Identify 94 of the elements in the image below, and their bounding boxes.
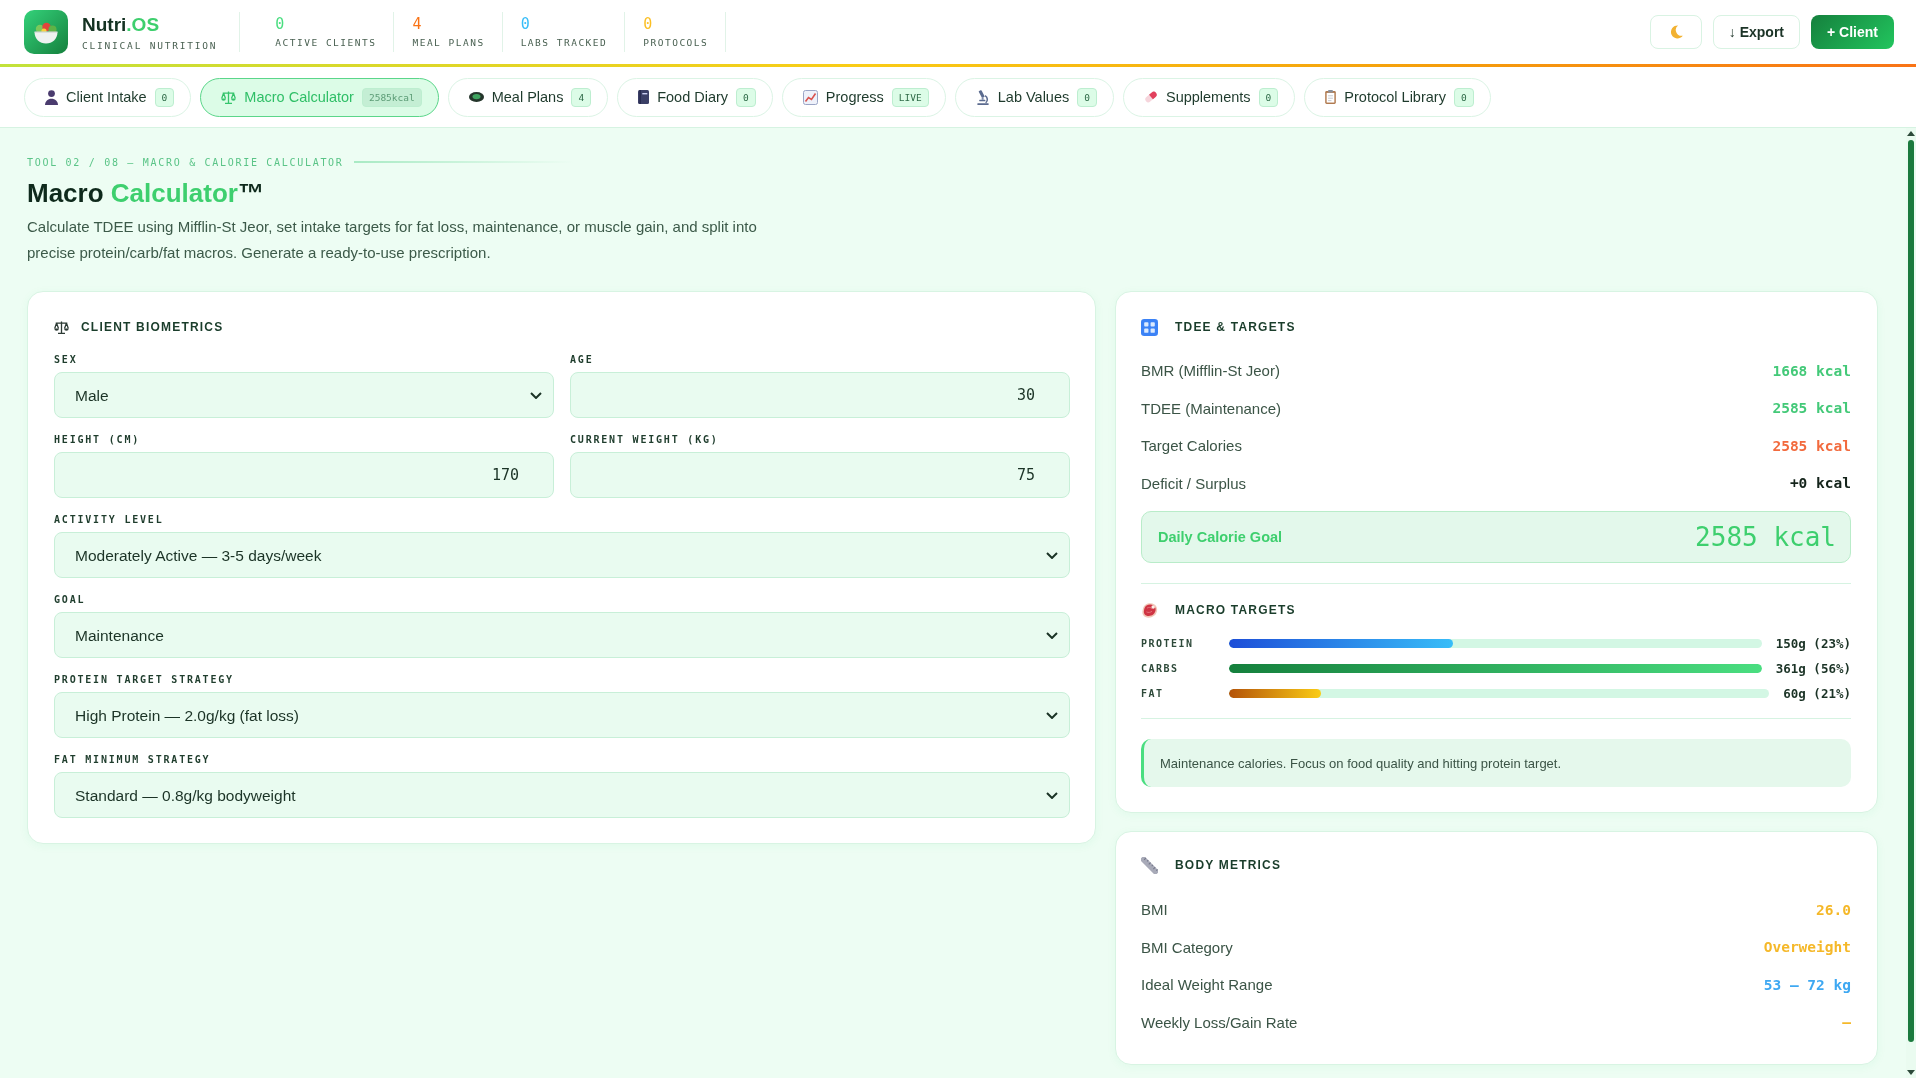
number-field[interactable]: 75: [570, 452, 1070, 498]
salad-bowl-icon: [24, 10, 68, 54]
tab[interactable]: Protocol Library 0: [1304, 77, 1491, 117]
metric-label: TDEE (Maintenance): [1141, 399, 1282, 417]
stat-value: 0: [643, 16, 654, 32]
scrollbar[interactable]: [1906, 128, 1916, 1078]
stat-label: ACTIVE CLIENTS: [275, 37, 377, 48]
macro-label: PROTEIN: [1141, 638, 1195, 649]
theme-toggle-button[interactable]: [1649, 15, 1702, 49]
card-title: TDEE & TARGETS: [1175, 320, 1296, 334]
field-label: CURRENT WEIGHT (KG): [570, 434, 719, 446]
metric-value: +0 kcal: [1789, 475, 1851, 492]
chevron-down-icon: [1046, 552, 1058, 559]
dropdown-field[interactable]: High Protein — 2.0g/kg (fat loss): [54, 692, 1070, 738]
metric-label: BMI: [1141, 901, 1168, 919]
stat-label: PROTOCOLS: [643, 37, 709, 48]
brand-name: Nutri.OS: [82, 13, 161, 36]
stat-label: LABS TRACKED: [520, 37, 608, 48]
metric-value: 53 – 72 kg: [1763, 976, 1851, 993]
number-field[interactable]: 170: [54, 452, 554, 498]
moon-icon: [1668, 25, 1683, 39]
macro-label: FAT: [1141, 688, 1165, 699]
dropdown-field[interactable]: Maintenance: [54, 612, 1070, 658]
dropdown-field[interactable]: Moderately Active — 3-5 days/week: [54, 532, 1070, 578]
person-icon: [45, 89, 58, 105]
metric-value: 2585 kcal: [1772, 400, 1851, 417]
goal-value: 2585 kcal: [1695, 522, 1836, 552]
metric-label: Target Calories: [1141, 437, 1242, 455]
chevron-down-icon: [530, 392, 542, 399]
notebook-icon: [638, 90, 650, 104]
scales-icon: [54, 320, 69, 334]
page-title: Macro Calculator™: [27, 177, 265, 209]
metric-value: Overweight: [1763, 939, 1851, 956]
field-label: SEX: [54, 354, 78, 366]
field-label: HEIGHT (CM): [54, 434, 141, 446]
macro-reading: 150g (23%): [1775, 636, 1851, 651]
metric-label: Ideal Weight Range: [1141, 976, 1273, 994]
tab[interactable]: Client Intake 0: [24, 77, 192, 117]
metric-value: 26.0: [1816, 901, 1851, 918]
macro-reading: 60g (21%): [1783, 686, 1851, 701]
card-title: CLIENT BIOMETRICS: [81, 320, 224, 334]
chevron-down-icon: [1046, 792, 1058, 799]
card-title: MACRO TARGETS: [1175, 603, 1296, 617]
card-title: BODY METRICS: [1175, 858, 1282, 872]
number-field[interactable]: 30: [570, 372, 1070, 418]
tab-counter: 0: [736, 87, 756, 107]
dropdown-field[interactable]: Male: [54, 372, 554, 418]
tab[interactable]: Supplements 0: [1122, 77, 1296, 117]
brand-subtitle: CLINICAL NUTRITION: [82, 39, 218, 51]
chevron-down-icon: [1046, 712, 1058, 719]
tab[interactable]: Food Diary 0: [617, 77, 773, 117]
tab-counter: 0: [1077, 87, 1097, 107]
keypad-icon: [1141, 318, 1158, 336]
add-client-button[interactable]: + Client: [1811, 15, 1894, 49]
chevron-down-icon: [1046, 632, 1058, 639]
dropdown-field[interactable]: Standard — 0.8g/kg bodyweight: [54, 772, 1070, 818]
field-label: PROTEIN TARGET STRATEGY: [54, 674, 234, 686]
tab-counter: 0: [154, 87, 175, 107]
stat-label: MEAL PLANS: [412, 37, 485, 48]
microscope-icon: [975, 89, 990, 105]
metric-value: 2585 kcal: [1772, 437, 1851, 454]
metric-label: Deficit / Surplus: [1141, 474, 1247, 492]
metric-value: —: [1842, 1014, 1851, 1031]
field-label: ACTIVITY LEVEL: [54, 514, 164, 526]
goal-label: Daily Calorie Goal: [1158, 529, 1283, 545]
stat-value: 0: [520, 16, 531, 32]
macro-label: CARBS: [1141, 663, 1180, 674]
chart-icon: [802, 89, 818, 105]
tab-counter: 4: [571, 87, 592, 107]
meat-icon: [1141, 602, 1158, 618]
stat-value: 0: [275, 16, 286, 32]
tab[interactable]: Progress LIVE: [781, 77, 946, 117]
metric-label: Weekly Loss/Gain Rate: [1141, 1013, 1298, 1031]
tab-counter: 2585kcal: [361, 87, 422, 107]
metric-label: BMI Category: [1141, 938, 1233, 956]
macro-reading: 361g (56%): [1775, 661, 1851, 676]
field-label: GOAL: [54, 594, 86, 606]
field-label: AGE: [570, 354, 594, 366]
tab-counter: 0: [1258, 87, 1279, 107]
clipboard-icon: [1325, 90, 1337, 104]
tab[interactable]: Meal Plans 4: [447, 77, 609, 117]
tab-counter: LIVE: [891, 87, 929, 107]
scales-icon: [221, 90, 237, 104]
page-description: Calculate TDEE using Mifflin-St Jeor, set intake targets for fat loss, maintenance, or muscle gain, and split into precise protein/carb/fat macros. Generate a ready-to-use prescription.: [27, 217, 758, 263]
metric-value: 1668 kcal: [1772, 362, 1851, 379]
info-note: Maintenance calories. Focus on food quality and hitting protein target.: [1141, 739, 1851, 787]
tab-counter: 0: [1453, 87, 1474, 107]
plate-icon: [468, 92, 484, 102]
breadcrumb: TOOL 02 / 08 — MACRO & CALORIE CALCULATOR: [27, 156, 344, 168]
tab[interactable]: Lab Values 0: [954, 77, 1114, 117]
metric-label: BMR (Mifflin-St Jeor): [1141, 362, 1280, 380]
stat-value: 4: [412, 16, 423, 32]
field-label: FAT MINIMUM STRATEGY: [54, 754, 211, 766]
export-button[interactable]: ↓ Export: [1712, 15, 1801, 49]
